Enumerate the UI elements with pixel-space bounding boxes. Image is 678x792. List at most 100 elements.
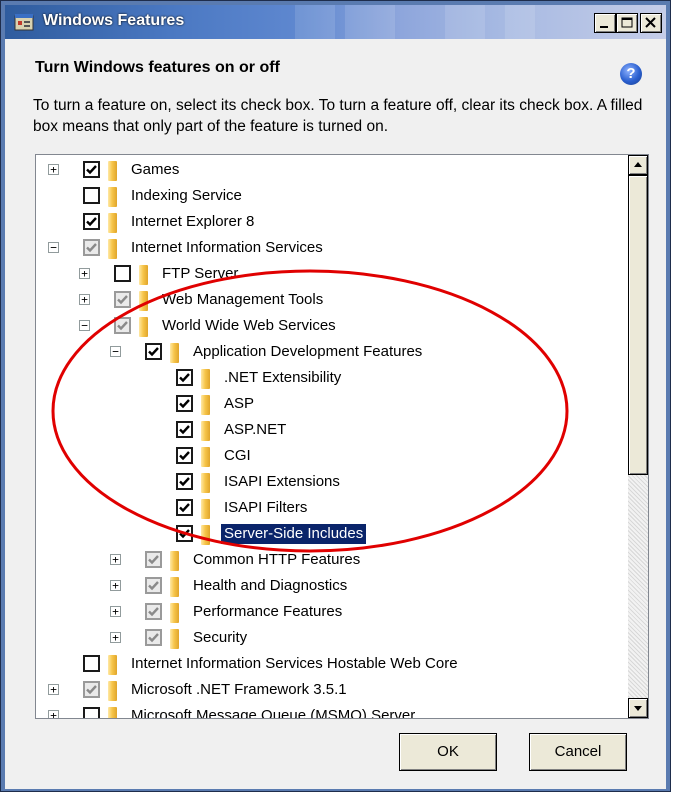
feature-checkbox[interactable] [176, 473, 193, 490]
feature-checkbox[interactable] [83, 681, 100, 698]
expand-icon[interactable]: + [110, 580, 121, 591]
folder-icon [170, 577, 179, 597]
tree-item-label: Indexing Service [131, 187, 242, 204]
folder-icon [201, 395, 210, 415]
folder-icon [139, 317, 148, 337]
checkmark-icon [86, 165, 97, 175]
tree-item-label: Games [131, 161, 180, 178]
tree-item-label: Microsoft Message Queue (MSMQ) Server [131, 707, 416, 719]
expand-icon[interactable]: + [48, 684, 59, 695]
expand-icon[interactable]: + [79, 294, 90, 305]
feature-checkbox[interactable] [176, 421, 193, 438]
tree-item-security[interactable]: + Security [36, 626, 626, 652]
expand-icon[interactable]: + [110, 632, 121, 643]
tree-item-asp[interactable]: ASP [36, 392, 626, 418]
tree-item-microsoft-net-framework-3-5-1[interactable]: + Microsoft .NET Framework 3.5.1 [36, 678, 626, 704]
expand-icon[interactable]: + [110, 554, 121, 565]
feature-checkbox[interactable] [145, 343, 162, 360]
checkmark-icon [148, 555, 159, 565]
tree-item-application-development-features[interactable]: − Application Development Features [36, 340, 626, 366]
tree-item-cgi[interactable]: CGI [36, 444, 626, 470]
tree-item-internet-information-services-hostable-web-core[interactable]: Internet Information Services Hostable W… [36, 652, 626, 678]
feature-checkbox[interactable] [176, 499, 193, 516]
tree-item-label: ASP [224, 395, 255, 412]
folder-icon [108, 239, 117, 259]
folder-icon [108, 681, 117, 701]
checkmark-icon [86, 243, 97, 253]
feature-checkbox[interactable] [114, 317, 131, 334]
feature-checkbox[interactable] [83, 707, 100, 718]
checkmark-icon [86, 685, 97, 695]
close-button[interactable] [640, 13, 662, 33]
tree-item-ftp-server[interactable]: + FTP Server [36, 262, 626, 288]
collapse-icon[interactable]: − [79, 320, 90, 331]
scroll-down-button[interactable] [628, 698, 648, 718]
expand-icon[interactable]: + [110, 606, 121, 617]
feature-checkbox[interactable] [176, 369, 193, 386]
dialog-body: Turn Windows features on or off ? To tur… [5, 39, 666, 789]
feature-checkbox[interactable] [83, 187, 100, 204]
feature-checkbox[interactable] [83, 161, 100, 178]
tree-item-world-wide-web-services[interactable]: − World Wide Web Services [36, 314, 626, 340]
expand-icon[interactable]: + [79, 268, 90, 279]
tree-item-performance-features[interactable]: + Performance Features [36, 600, 626, 626]
collapse-icon[interactable]: − [48, 242, 59, 253]
maximize-button[interactable] [616, 13, 638, 33]
folder-icon [201, 447, 210, 467]
tree-item-server-side-includes[interactable]: Server-Side Includes [36, 522, 626, 548]
features-tree[interactable]: + Games Indexing Service Internet Explorer … [35, 154, 649, 719]
expand-icon[interactable]: + [48, 710, 59, 718]
feature-checkbox[interactable] [145, 551, 162, 568]
tree-item-net-extensibility[interactable]: .NET Extensibility [36, 366, 626, 392]
minimize-icon [600, 26, 608, 28]
folder-icon [170, 629, 179, 649]
feature-checkbox[interactable] [145, 577, 162, 594]
feature-checkbox[interactable] [114, 265, 131, 282]
tree-item-label: Internet Explorer 8 [131, 213, 255, 230]
folder-icon [201, 525, 210, 545]
feature-checkbox[interactable] [176, 447, 193, 464]
scrollbar-thumb[interactable] [628, 175, 648, 475]
folder-icon [139, 291, 148, 311]
tree-item-internet-information-services[interactable]: − Internet Information Services [36, 236, 626, 262]
ok-button[interactable]: OK [399, 733, 497, 771]
folder-icon [201, 473, 210, 493]
feature-checkbox[interactable] [114, 291, 131, 308]
tree-item-label: World Wide Web Services [162, 317, 336, 334]
tree-item-games[interactable]: + Games [36, 158, 626, 184]
checkmark-icon [148, 607, 159, 617]
tree-item-label: Web Management Tools [162, 291, 324, 308]
tree-item-label: ISAPI Filters [224, 499, 308, 516]
title-bar[interactable]: Windows Features [5, 5, 666, 39]
collapse-icon[interactable]: − [110, 346, 121, 357]
checkmark-icon [179, 503, 190, 513]
tree-item-isapi-extensions[interactable]: ISAPI Extensions [36, 470, 626, 496]
checkmark-icon [179, 529, 190, 539]
scroll-up-button[interactable] [628, 155, 648, 175]
feature-checkbox[interactable] [176, 395, 193, 412]
tree-item-microsoft-message-queue-msmq-server[interactable]: + Microsoft Message Queue (MSMQ) Server [36, 704, 626, 719]
tree-item-label: ASP.NET [224, 421, 287, 438]
feature-checkbox[interactable] [83, 213, 100, 230]
tree-item-common-http-features[interactable]: + Common HTTP Features [36, 548, 626, 574]
help-icon[interactable]: ? [620, 63, 642, 85]
feature-checkbox[interactable] [145, 603, 162, 620]
feature-checkbox[interactable] [83, 239, 100, 256]
tree-item-indexing-service[interactable]: Indexing Service [36, 184, 626, 210]
tree-item-internet-explorer-8[interactable]: Internet Explorer 8 [36, 210, 626, 236]
tree-item-health-and-diagnostics[interactable]: + Health and Diagnostics [36, 574, 626, 600]
feature-checkbox[interactable] [145, 629, 162, 646]
window-title: Windows Features [43, 12, 185, 29]
checkmark-icon [148, 633, 159, 643]
checkmark-icon [86, 217, 97, 227]
tree-item-asp-net[interactable]: ASP.NET [36, 418, 626, 444]
tree-item-isapi-filters[interactable]: ISAPI Filters [36, 496, 626, 522]
minimize-button[interactable] [594, 13, 616, 33]
tree-item-web-management-tools[interactable]: + Web Management Tools [36, 288, 626, 314]
feature-checkbox[interactable] [176, 525, 193, 542]
cancel-button[interactable]: Cancel [529, 733, 627, 771]
vertical-scrollbar[interactable] [628, 155, 648, 718]
expand-icon[interactable]: + [48, 164, 59, 175]
feature-checkbox[interactable] [83, 655, 100, 672]
dialog-heading: Turn Windows features on or off [35, 59, 280, 76]
